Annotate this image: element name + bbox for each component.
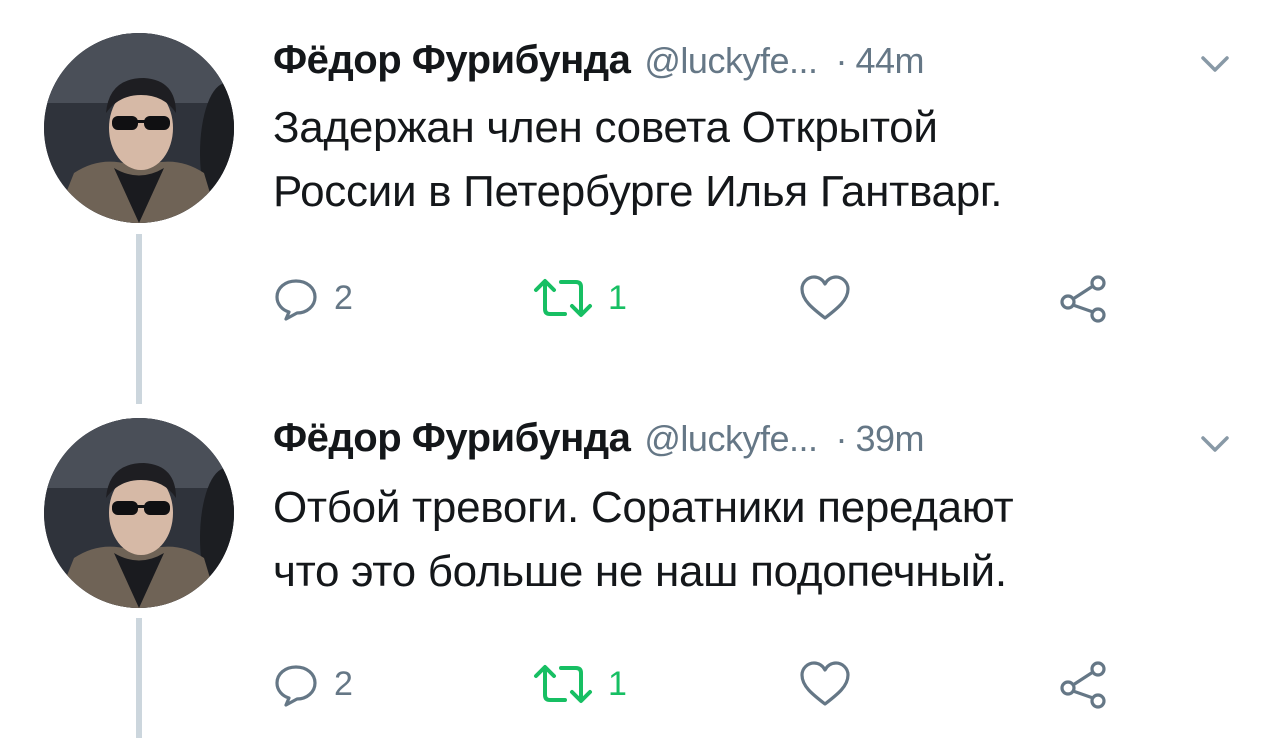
retweet-icon [534, 279, 592, 317]
like-button[interactable] [798, 268, 852, 328]
avatar[interactable] [44, 33, 234, 223]
reply-button[interactable]: 2 [272, 268, 353, 328]
reply-count: 2 [334, 664, 353, 703]
retweet-icon [534, 665, 592, 703]
share-button[interactable] [1058, 654, 1112, 714]
reply-count: 2 [334, 278, 353, 317]
reply-button[interactable]: 2 [272, 654, 353, 714]
tweet-text-line: Отбой тревоги. Соратники передают [273, 483, 1014, 532]
avatar-image [44, 418, 234, 608]
display-name[interactable]: Фёдор Фурибунда [273, 416, 631, 461]
chevron-down-icon[interactable] [1195, 50, 1235, 80]
separator-dot: · [835, 418, 848, 459]
tweet[interactable]: Фёдор Фурибунда @luckyfe... · 39m Отбой … [0, 380, 1280, 749]
tweet-actions: 2 1 [270, 654, 1150, 714]
timestamp[interactable]: 39m [855, 418, 924, 460]
tweet[interactable]: Фёдор Фурибунда @luckyfe... · 44m Задерж… [0, 0, 1280, 369]
tweet-header: Фёдор Фурибунда @luckyfe... · 39m [273, 416, 924, 472]
reply-icon [275, 665, 317, 707]
heart-icon [800, 661, 850, 706]
tweet-actions: 2 1 [270, 268, 1150, 328]
tweet-text-line: Задержан член совета Открытой [273, 103, 938, 152]
heart-icon [800, 275, 850, 320]
avatar-image [44, 33, 234, 223]
retweet-button[interactable]: 1 [532, 268, 627, 328]
retweet-count: 1 [608, 278, 627, 317]
reply-icon [275, 279, 317, 321]
retweet-button[interactable]: 1 [532, 654, 627, 714]
timestamp[interactable]: 44m [855, 40, 924, 82]
display-name[interactable]: Фёдор Фурибунда [273, 38, 631, 83]
share-icon [1060, 275, 1106, 323]
user-handle[interactable]: @luckyfe... [644, 40, 818, 82]
retweet-count: 1 [608, 664, 627, 703]
tweet-text-line: что это больше не наш подопечный. [273, 547, 1007, 596]
tweet-text-line: России в Петербурге Илья Гантварг. [273, 167, 1003, 216]
like-button[interactable] [798, 654, 852, 714]
tweet-header: Фёдор Фурибунда @luckyfe... · 44m [273, 38, 924, 94]
share-button[interactable] [1058, 268, 1112, 328]
share-icon [1060, 661, 1106, 709]
tweet-text: Отбой тревоги. Соратники передают что эт… [273, 476, 1253, 604]
tweet-text: Задержан член совета Открытой России в П… [273, 96, 1253, 224]
separator-dot: · [835, 40, 848, 81]
chevron-down-icon[interactable] [1195, 430, 1235, 460]
avatar[interactable] [44, 418, 234, 608]
user-handle[interactable]: @luckyfe... [644, 418, 818, 460]
